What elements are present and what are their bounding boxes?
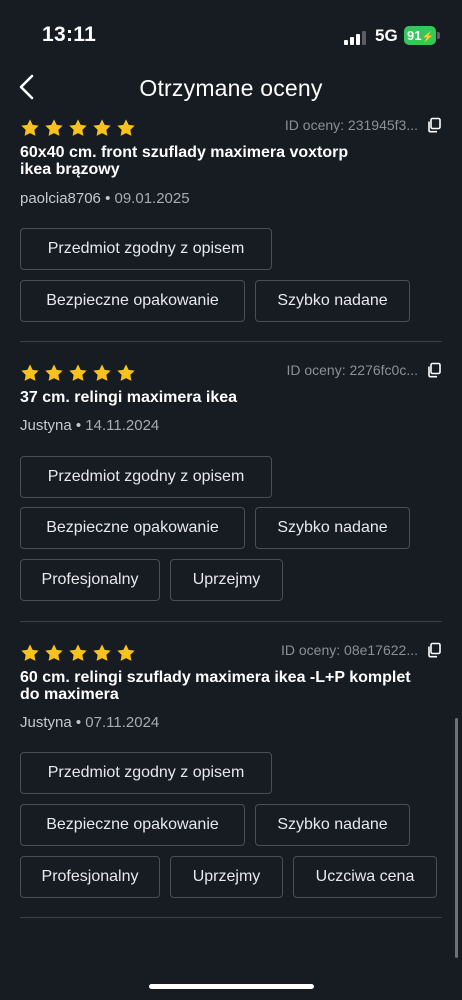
tag-chip[interactable]: Przedmiot zgodny z opisem bbox=[20, 752, 272, 794]
home-indicator[interactable] bbox=[149, 984, 314, 989]
tag-chip[interactable]: Uprzejmy bbox=[170, 559, 283, 601]
review-card: ID oceny: 08e17622... 60 cm. relingi szu… bbox=[20, 642, 442, 908]
tag-chip[interactable]: Profesjonalny bbox=[20, 559, 160, 601]
tag-chip[interactable]: Uczciwa cena bbox=[293, 856, 437, 898]
review-date: 09.01.2025 bbox=[114, 190, 190, 207]
star-icon bbox=[93, 644, 111, 661]
review-meta: paolcia8706 • 09.01.2025 bbox=[20, 190, 190, 207]
review-item-title: 60 cm. relingi szuflady maximera ikea -L… bbox=[20, 669, 411, 703]
tag-chip[interactable]: Szybko nadane bbox=[255, 280, 410, 322]
review-id-label: ID oceny: 08e17622... bbox=[281, 642, 418, 658]
star-icon bbox=[117, 644, 135, 661]
star-icon bbox=[45, 364, 63, 381]
star-icon bbox=[45, 119, 63, 136]
battery-icon: 91⚡ bbox=[404, 26, 436, 45]
signal-icon bbox=[344, 29, 370, 45]
review-item-title: 37 cm. relingi maximera ikea bbox=[20, 389, 238, 406]
tag-chip[interactable]: Szybko nadane bbox=[255, 507, 410, 549]
star-icon bbox=[117, 119, 135, 136]
review-date: 14.11.2024 bbox=[85, 417, 160, 434]
star-icon bbox=[21, 364, 39, 381]
review-user: Justyna bbox=[20, 714, 72, 731]
review-date: 07.11.2024 bbox=[85, 714, 160, 731]
review-meta: Justyna • 07.11.2024 bbox=[20, 714, 159, 731]
tag-chip[interactable]: Uprzejmy bbox=[170, 856, 283, 898]
meta-separator: • bbox=[71, 417, 86, 434]
divider bbox=[20, 621, 442, 622]
rating-stars bbox=[20, 643, 136, 663]
status-time: 13:11 bbox=[42, 23, 97, 46]
tag-chip[interactable]: Przedmiot zgodny z opisem bbox=[20, 228, 272, 270]
review-id: ID oceny: 2276fc0c... bbox=[286, 362, 442, 378]
star-icon bbox=[69, 119, 87, 136]
review-item-title: 60x40 cm. front szuflady maximera voxtor… bbox=[20, 144, 349, 178]
tag-chip[interactable]: Szybko nadane bbox=[255, 804, 410, 846]
nav-bar: Otrzymane oceny bbox=[0, 62, 462, 114]
meta-separator: • bbox=[100, 190, 115, 207]
review-user: paolcia8706 bbox=[20, 190, 101, 207]
star-icon bbox=[93, 364, 111, 381]
scrollbar[interactable] bbox=[455, 718, 458, 958]
tag-chip[interactable]: Przedmiot zgodny z opisem bbox=[20, 456, 272, 498]
status-bar: 13:11 5G 91⚡ bbox=[0, 0, 462, 70]
tag-chip[interactable]: Bezpieczne opakowanie bbox=[20, 280, 245, 322]
review-id: ID oceny: 08e17622... bbox=[281, 642, 442, 658]
review-user: Justyna bbox=[20, 417, 72, 434]
star-icon bbox=[117, 364, 135, 381]
page-title: Otrzymane oceny bbox=[139, 75, 323, 101]
review-id-label: ID oceny: 231945f3... bbox=[284, 117, 418, 133]
battery-level: 91 bbox=[407, 28, 422, 43]
review-id: ID oceny: 231945f3... bbox=[285, 117, 442, 133]
star-icon bbox=[69, 644, 87, 661]
divider bbox=[20, 341, 442, 342]
star-icon bbox=[45, 644, 63, 661]
review-card: ID oceny: 231945f3... 60x40 cm. front sz… bbox=[20, 117, 442, 333]
meta-separator: • bbox=[71, 714, 86, 731]
copy-icon[interactable] bbox=[426, 117, 442, 133]
star-icon bbox=[93, 119, 111, 136]
network-label: 5G bbox=[375, 26, 398, 45]
review-id-label: ID oceny: 2276fc0c... bbox=[286, 362, 418, 378]
copy-icon[interactable] bbox=[426, 362, 442, 378]
copy-icon[interactable] bbox=[426, 642, 442, 658]
tag-chip[interactable]: Bezpieczne opakowanie bbox=[20, 804, 245, 846]
star-icon bbox=[21, 644, 39, 661]
tag-chip[interactable]: Bezpieczne opakowanie bbox=[20, 507, 245, 549]
rating-stars bbox=[20, 363, 136, 383]
rating-stars bbox=[20, 118, 136, 138]
star-icon bbox=[69, 364, 87, 381]
review-card: ID oceny: 2276fc0c... 37 cm. relingi max… bbox=[20, 362, 442, 603]
tag-chip[interactable]: Profesjonalny bbox=[20, 856, 160, 898]
reviews-list: ID oceny: 231945f3... 60x40 cm. front sz… bbox=[0, 0, 462, 1000]
battery-nub bbox=[437, 32, 440, 39]
star-icon bbox=[21, 119, 39, 136]
divider bbox=[20, 917, 442, 918]
review-meta: Justyna • 14.11.2024 bbox=[20, 417, 159, 434]
